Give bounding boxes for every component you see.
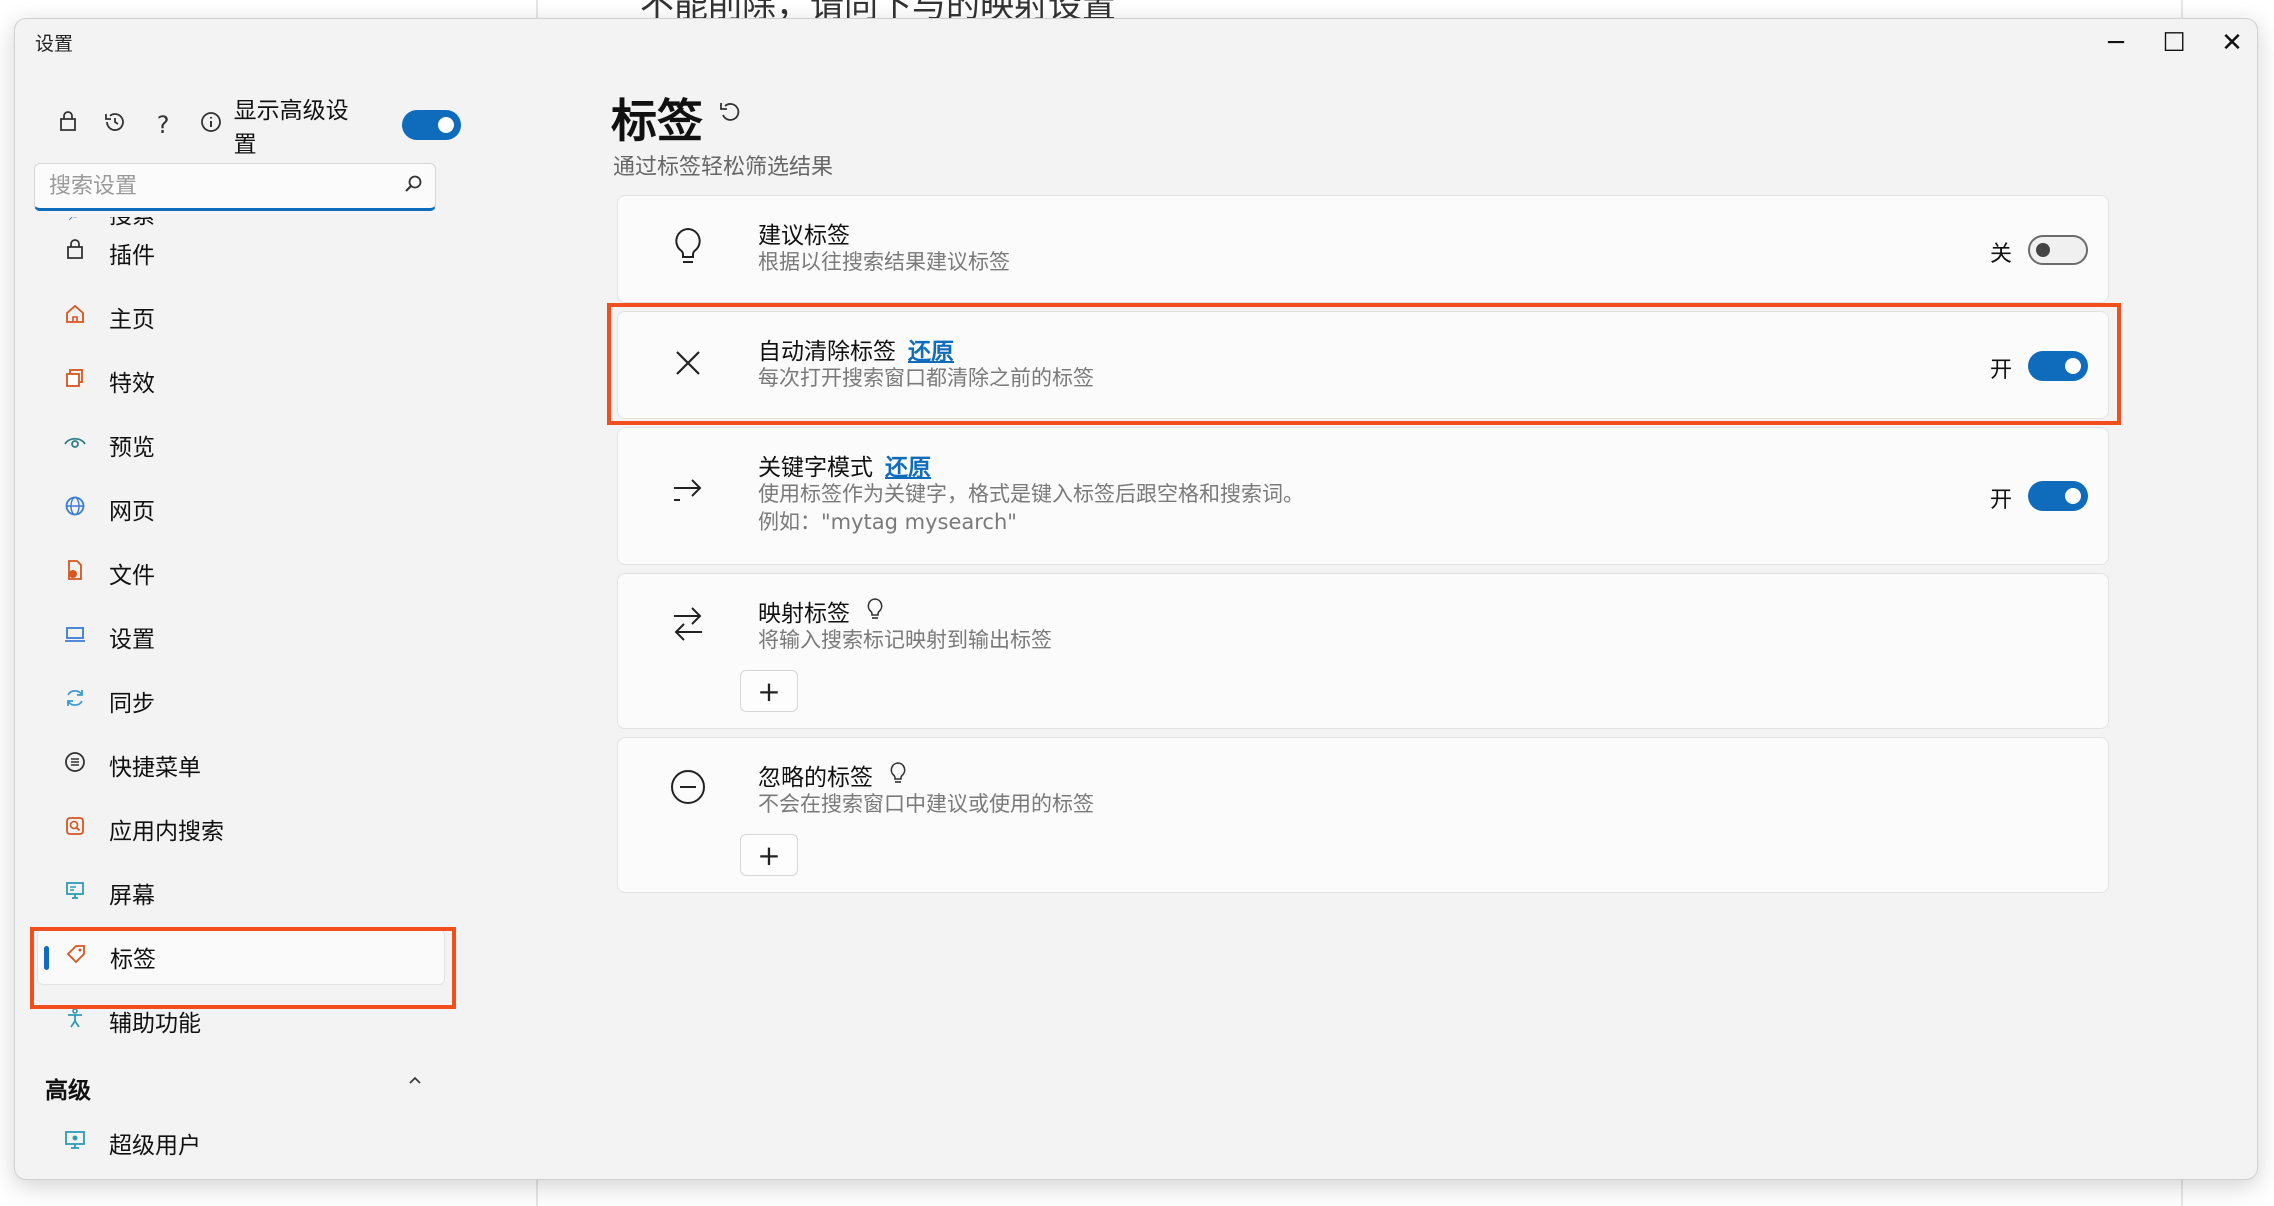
sidebar-item-superuser[interactable]: 超级用户	[37, 1115, 445, 1171]
sidebar-item-screen[interactable]: 屏幕	[37, 865, 445, 921]
file-icon	[61, 559, 89, 587]
chevron-up-icon[interactable]	[407, 1069, 423, 1093]
plugin-icon	[61, 239, 89, 267]
home-icon	[61, 303, 89, 331]
minimize-button[interactable]: ─	[2087, 19, 2145, 67]
menu-icon	[61, 751, 89, 779]
page-subtitle: 通过标签轻松筛选结果	[613, 155, 834, 180]
background-divider	[2181, 0, 2183, 18]
sidebar-item-app-search[interactable]: 应用内搜索	[37, 801, 445, 857]
sidebar-item-preview[interactable]: 预览	[37, 417, 445, 473]
maximize-icon: ☐	[2162, 28, 2186, 58]
card-ignored-tags: 忽略的标签 不会在搜索窗口中建议或使用的标签 +	[617, 737, 2109, 893]
keyword-mode-toggle[interactable]	[2028, 481, 2088, 511]
eye-icon	[61, 431, 89, 459]
undo-icon[interactable]	[717, 97, 741, 132]
arrow-right-icon	[668, 472, 708, 517]
history-icon[interactable]	[103, 110, 129, 140]
card-suggest-tags: 建议标签 根据以往搜索结果建议标签 关	[617, 195, 2109, 303]
suggest-tags-toggle[interactable]	[2028, 235, 2088, 265]
add-map-tag-button[interactable]: +	[740, 670, 798, 712]
card-description: 将输入搜索标记映射到输出标签	[758, 628, 1052, 652]
main-content: 标签 通过标签轻松筛选结果 建议标签 根据以往搜索结果建议标签 关 自动清除标签…	[461, 67, 2257, 1179]
search-icon[interactable]	[403, 174, 423, 199]
close-icon: ✕	[2221, 28, 2243, 58]
advanced-settings-toggle[interactable]	[401, 110, 461, 140]
card-keyword-mode: 关键字模式 还原 使用标签作为关键字，格式是键入标签后跟空格和搜索词。 例如："m…	[617, 427, 2109, 565]
sidebar-item-sync[interactable]: 同步	[37, 673, 445, 729]
globe-icon	[61, 495, 89, 523]
bulb-icon	[668, 226, 708, 277]
info-icon[interactable]	[198, 111, 224, 139]
toggle-state-label: 开	[1989, 488, 2012, 513]
sync-icon	[61, 687, 89, 715]
background-divider	[2181, 1178, 2183, 1206]
search-input[interactable]	[49, 173, 403, 199]
accessibility-icon	[61, 1007, 89, 1035]
add-ignored-tag-button[interactable]: +	[740, 834, 798, 876]
card-description: 使用标签作为关键字，格式是键入标签后跟空格和搜索词。	[758, 482, 1304, 506]
highlight-box	[607, 303, 2121, 425]
card-description: 不会在搜索窗口中建议或使用的标签	[758, 792, 1094, 816]
card-example: 例如："mytag mysearch"	[758, 510, 1017, 534]
bag-icon[interactable]	[55, 111, 81, 139]
card-map-tags: 映射标签 将输入搜索标记映射到输出标签 +	[617, 573, 2109, 729]
sidebar-item-settings[interactable]: 设置	[37, 609, 445, 665]
sidebar-item-home[interactable]: 主页	[37, 289, 445, 345]
card-title: 忽略的标签	[758, 758, 908, 792]
help-icon[interactable]: ?	[150, 111, 176, 139]
sidebar-item-quick-menu[interactable]: 快捷菜单	[37, 737, 445, 793]
highlight-box	[30, 927, 456, 1009]
minus-circle-icon	[668, 768, 708, 815]
effects-icon	[61, 367, 89, 395]
settings-window: 设置 ─ ☐ ✕ ? 显示高级设置 搜索设置 插件 主页 特效 预览 网页 文件…	[14, 18, 2258, 1180]
card-title: 关键字模式 还原	[758, 455, 931, 481]
laptop-icon	[61, 623, 89, 651]
search-box[interactable]	[34, 163, 436, 211]
sidebar-item-files[interactable]: 文件	[37, 545, 445, 601]
sidebar-item-plugins[interactable]: 插件	[37, 225, 445, 281]
advanced-settings-label: 显示高级设置	[233, 98, 349, 158]
sidebar-nav: ⌕ 搜索 插件 主页 特效	[15, 217, 461, 1179]
page-title: 标签	[611, 94, 703, 148]
close-button[interactable]: ✕	[2203, 19, 2257, 67]
window-title: 设置	[35, 33, 74, 55]
sidebar-item-effects[interactable]: 特效	[37, 353, 445, 409]
title-bar: 设置 ─ ☐ ✕	[15, 19, 2257, 67]
sidebar-item-web[interactable]: 网页	[37, 481, 445, 537]
card-title: 映射标签	[758, 594, 885, 628]
maximize-button[interactable]: ☐	[2145, 19, 2203, 67]
background-divider	[536, 1178, 538, 1206]
card-description: 根据以往搜索结果建议标签	[758, 250, 1010, 274]
sidebar: ? 显示高级设置 ⌕ 搜索 插件	[15, 67, 461, 1179]
sidebar-toolbar: ? 显示高级设置	[55, 98, 461, 158]
app-search-icon	[61, 815, 89, 843]
swap-icon	[668, 604, 708, 653]
card-title: 建议标签	[758, 223, 850, 249]
minimize-icon: ─	[2108, 28, 2124, 58]
toggle-state-label: 关	[1989, 242, 2012, 267]
superuser-icon	[61, 1129, 89, 1157]
background-divider	[536, 0, 538, 18]
screen-icon	[61, 879, 89, 907]
advanced-group-header[interactable]: 高级	[45, 1071, 91, 1105]
